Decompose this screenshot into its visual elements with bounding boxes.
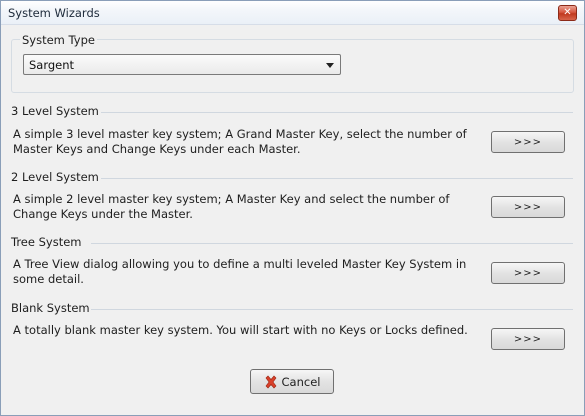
system-type-dropdown[interactable]: Sargent (23, 54, 341, 75)
section-title: Blank System (11, 301, 90, 315)
section-description: A simple 2 level master key system; A Ma… (13, 192, 450, 221)
section-title: 2 Level System (11, 170, 99, 184)
chevron-down-icon (326, 63, 334, 68)
section-divider (91, 243, 573, 244)
section-title: Tree System (11, 235, 82, 249)
system-type-selected: Sargent (29, 58, 75, 72)
system-wizards-dialog: System Wizards ✕ System Type Sargent 3 L… (0, 0, 585, 416)
open-blank-wizard-button[interactable]: >>> (491, 328, 565, 350)
close-icon: ✕ (563, 7, 572, 18)
system-type-label: System Type (20, 33, 97, 47)
window-title: System Wizards (8, 6, 100, 20)
section-divider (101, 112, 573, 113)
open-2-level-wizard-button[interactable]: >>> (491, 196, 565, 218)
close-button[interactable]: ✕ (558, 5, 577, 21)
cancel-button[interactable]: Cancel (250, 369, 334, 394)
cancel-label: Cancel (281, 374, 321, 389)
title-bar: System Wizards ✕ (1, 1, 584, 25)
red-x-icon (265, 375, 276, 388)
system-type-group: System Type Sargent (11, 33, 574, 93)
open-tree-wizard-button[interactable]: >>> (491, 262, 565, 284)
section-divider (101, 178, 573, 179)
section-title: 3 Level System (11, 104, 99, 118)
section-description: A totally blank master key system. You w… (13, 323, 468, 337)
section-description: A simple 3 level master key system; A Gr… (13, 127, 467, 156)
open-3-level-wizard-button[interactable]: >>> (491, 131, 565, 153)
section-description: A Tree View dialog allowing you to defin… (13, 257, 467, 286)
section-divider (91, 309, 573, 310)
